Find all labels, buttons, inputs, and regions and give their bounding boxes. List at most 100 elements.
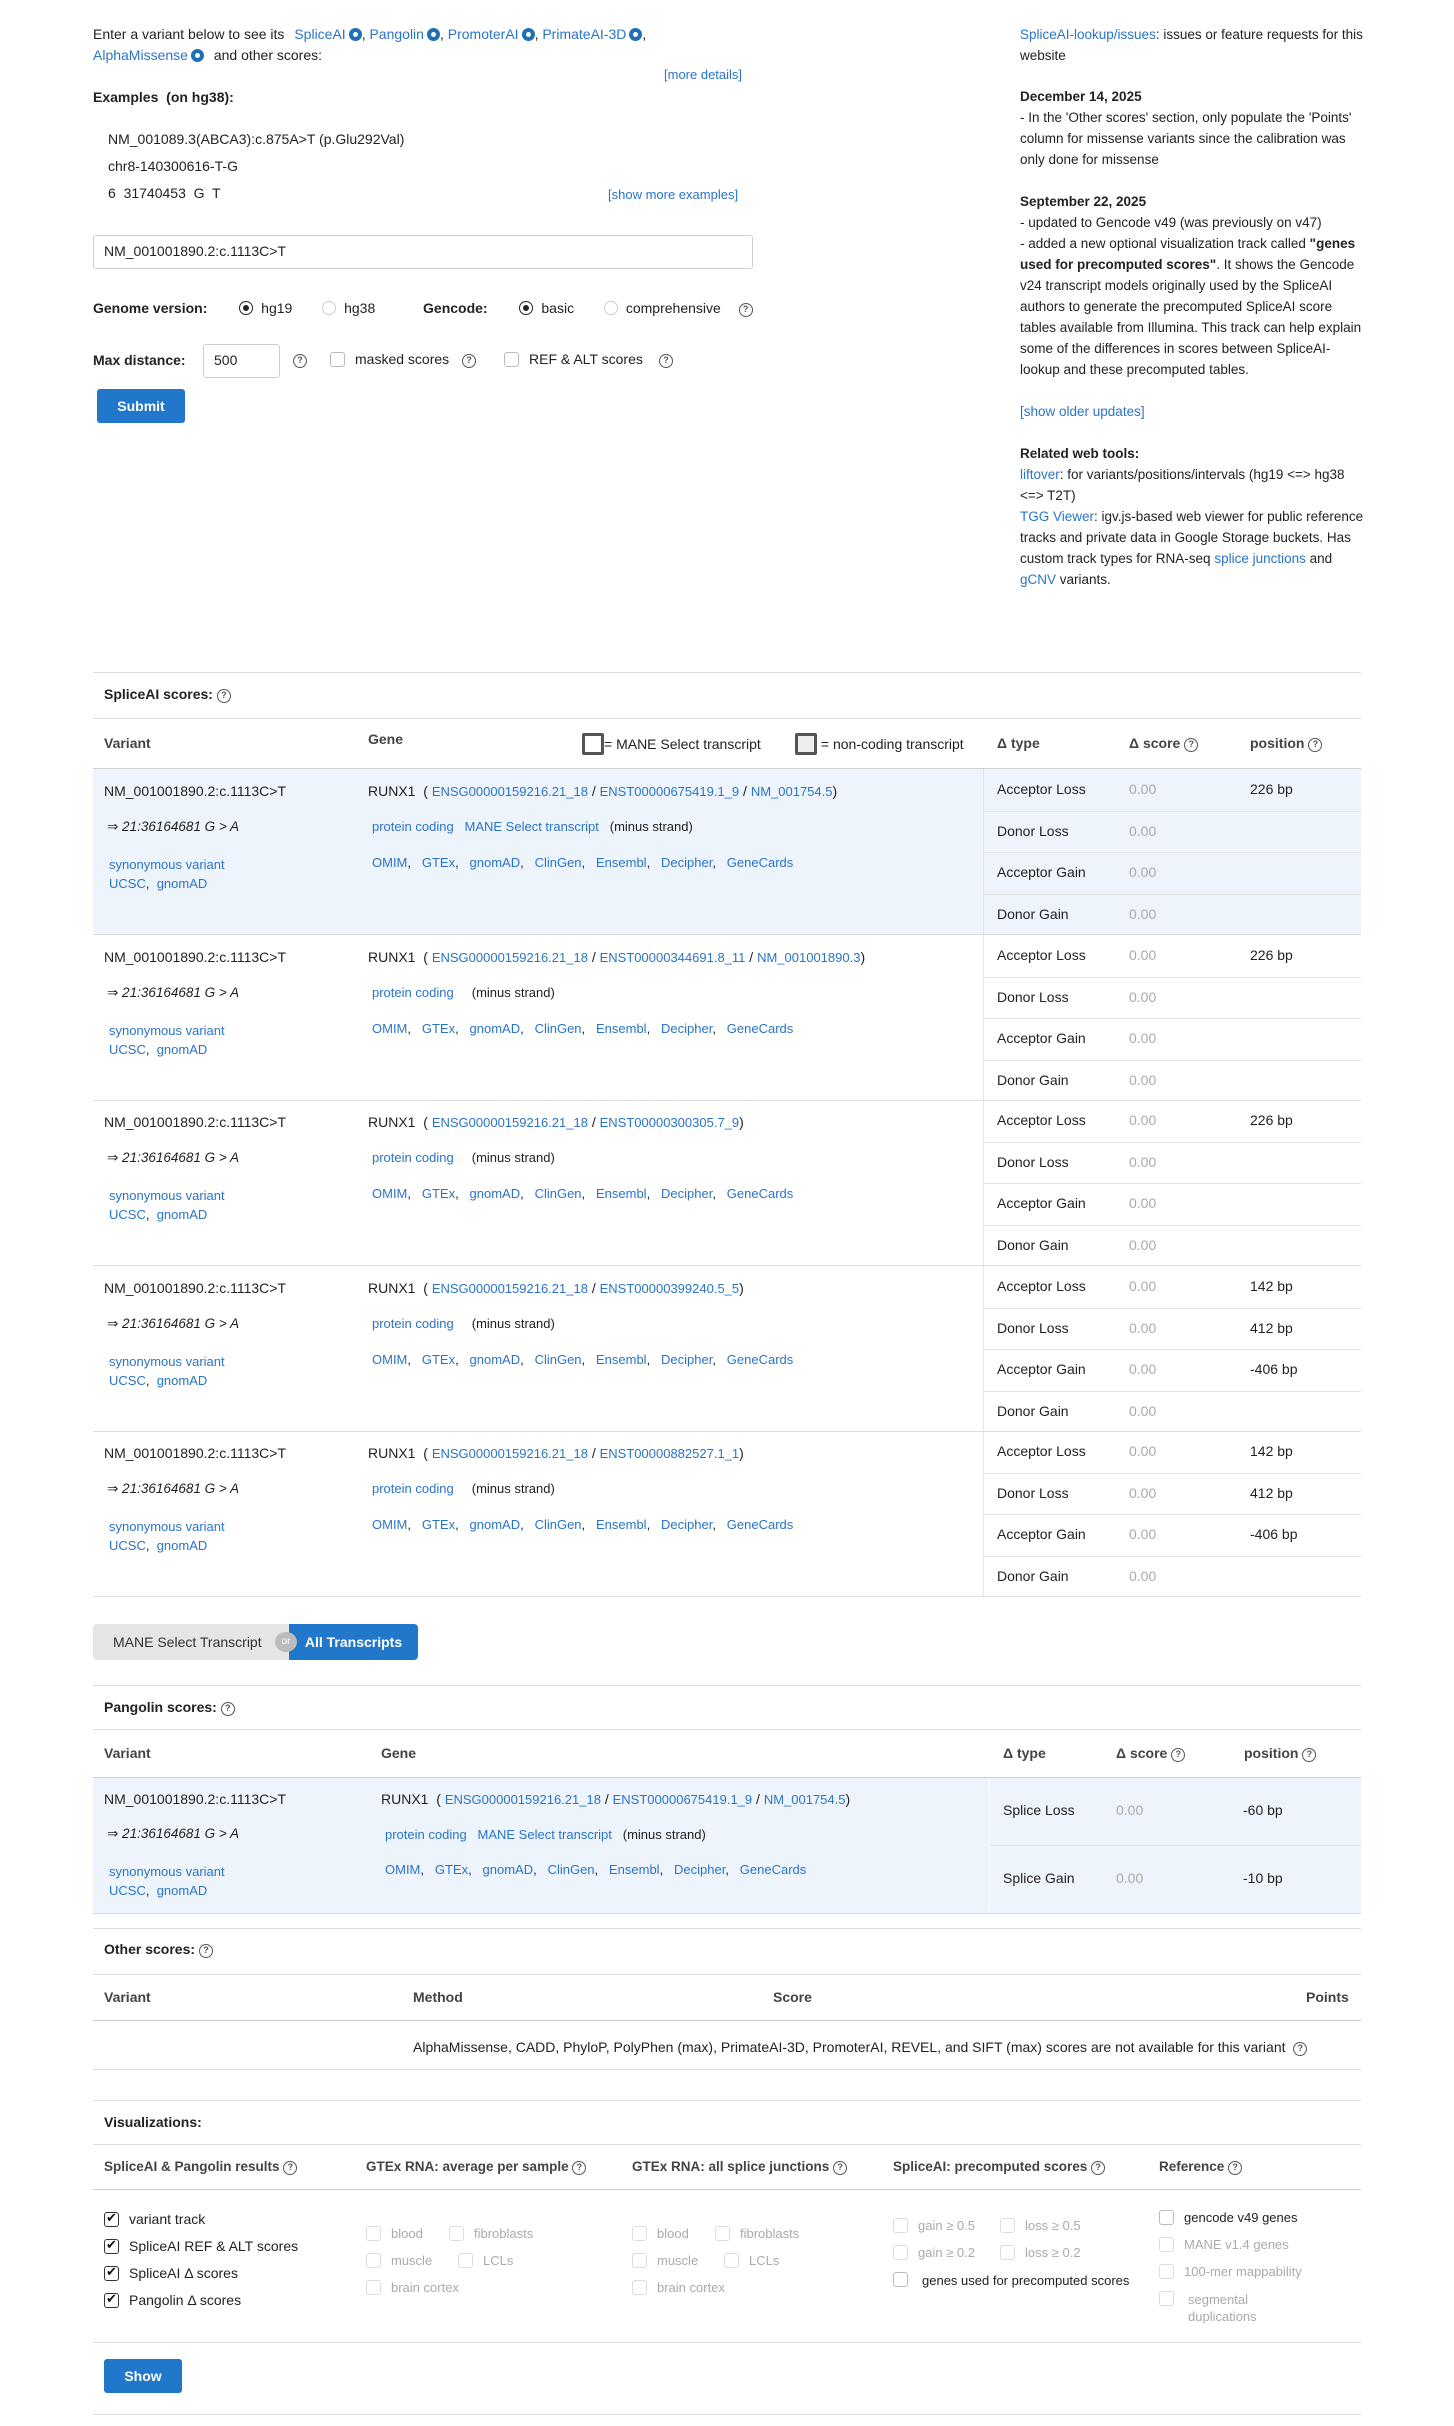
primateai-link[interactable]: PrimateAI-3D (542, 26, 643, 42)
refseq-link[interactable]: NM_001754.5 (751, 784, 833, 799)
help-icon[interactable]: ? (1308, 738, 1323, 752)
help-icon[interactable]: ? (833, 2161, 848, 2175)
mappability-checkbox[interactable]: 100-mer mappability (1159, 2264, 1302, 2279)
mane-select-tag[interactable]: MANE Select transcript (478, 1827, 612, 1842)
gnomad-gene-link[interactable]: gnomAD (470, 1352, 521, 1367)
help-icon[interactable]: ? (1171, 1748, 1186, 1762)
gtex-avg-muscle-checkbox[interactable]: muscle (366, 2253, 432, 2268)
gtex-junctions-blood-checkbox[interactable]: blood (632, 2226, 689, 2241)
ucsc-link[interactable]: UCSC (109, 1042, 146, 1057)
gtex-junctions-brain-cortex-checkbox[interactable]: brain cortex (632, 2280, 725, 2295)
ucsc-link[interactable]: UCSC (109, 876, 146, 891)
spliceai-link[interactable]: SpliceAI (294, 26, 362, 42)
help-icon[interactable]: ? (293, 354, 307, 368)
protein-coding-tag[interactable]: protein coding (372, 985, 454, 1000)
gtex-link[interactable]: GTEx (422, 1517, 455, 1532)
consequence-link[interactable]: synonymous variant (109, 1023, 225, 1038)
more-details-link[interactable]: [more details] (664, 67, 742, 82)
precomputed-loss-02-checkbox[interactable]: loss ≥ 0.2 (1000, 2245, 1081, 2260)
mane-select-tag[interactable]: MANE Select transcript (465, 819, 599, 834)
help-icon[interactable]: ? (220, 1702, 235, 1716)
omim-link[interactable]: OMIM (372, 1021, 407, 1036)
gtex-junctions-muscle-checkbox[interactable]: muscle (632, 2253, 698, 2268)
help-icon[interactable]: ? (1091, 2161, 1106, 2175)
transcript-link[interactable]: ENST00000882527.1_1 (600, 1446, 740, 1461)
help-icon[interactable]: ? (462, 354, 476, 368)
issues-link[interactable]: SpliceAI-lookup/issues (1020, 27, 1156, 42)
ucsc-link[interactable]: UCSC (109, 1207, 146, 1222)
help-icon[interactable]: ? (1302, 1748, 1317, 1762)
protein-coding-tag[interactable]: protein coding (372, 1150, 454, 1165)
refseq-link[interactable]: NM_001754.5 (764, 1792, 846, 1807)
pangolin-link[interactable]: Pangolin (369, 26, 440, 42)
help-icon[interactable]: ? (572, 2161, 587, 2175)
help-icon[interactable]: ? (198, 1944, 213, 1958)
show-more-examples-link[interactable]: [show more examples] (608, 187, 738, 202)
clingen-link[interactable]: ClinGen (548, 1862, 595, 1877)
genecards-link[interactable]: GeneCards (740, 1862, 806, 1877)
omim-link[interactable]: OMIM (372, 1352, 407, 1367)
variant-input[interactable]: NM_001001890.2:c.1113C>T (93, 235, 753, 269)
consequence-link[interactable]: synonymous variant (109, 1864, 225, 1879)
refseq-link[interactable]: NM_001001890.3 (757, 950, 860, 965)
gene-id-link[interactable]: ENSG00000159216.21_18 (432, 1281, 588, 1296)
help-icon[interactable]: ? (1293, 2042, 1308, 2056)
gnomad-gene-link[interactable]: gnomAD (470, 1186, 521, 1201)
gnomad-link[interactable]: gnomAD (157, 1538, 208, 1553)
gene-id-link[interactable]: ENSG00000159216.21_18 (432, 950, 588, 965)
gnomad-link[interactable]: gnomAD (157, 1042, 208, 1057)
gtex-link[interactable]: GTEx (422, 855, 455, 870)
help-icon[interactable]: ? (283, 2161, 298, 2175)
consequence-link[interactable]: synonymous variant (109, 1519, 225, 1534)
max-distance-input[interactable]: 500 (203, 344, 280, 378)
ucsc-link[interactable]: UCSC (109, 1883, 146, 1898)
ensembl-link[interactable]: Ensembl (596, 1352, 647, 1367)
ref-alt-scores-checkbox[interactable]: REF & ALT scores (504, 351, 643, 367)
gtex-link[interactable]: GTEx (422, 1186, 455, 1201)
ucsc-link[interactable]: UCSC (109, 1373, 146, 1388)
gtex-link[interactable]: GTEx (435, 1862, 468, 1877)
ensembl-link[interactable]: Ensembl (596, 855, 647, 870)
help-icon[interactable]: ? (1184, 738, 1199, 752)
gtex-avg-fibroblasts-checkbox[interactable]: fibroblasts (449, 2226, 533, 2241)
genecards-link[interactable]: GeneCards (727, 1517, 793, 1532)
help-icon[interactable]: ? (738, 303, 753, 317)
decipher-link[interactable]: Decipher (661, 1186, 712, 1201)
omim-link[interactable]: OMIM (385, 1862, 420, 1877)
show-button[interactable]: Show (104, 2359, 182, 2393)
gcnv-link[interactable]: gCNV (1020, 572, 1056, 587)
decipher-link[interactable]: Decipher (674, 1862, 725, 1877)
gnomad-link[interactable]: gnomAD (157, 1207, 208, 1222)
gencode-comprehensive-radio[interactable]: comprehensive (603, 300, 721, 316)
segmental-duplications-checkbox[interactable]: segmental duplications (1159, 2291, 1279, 2325)
decipher-link[interactable]: Decipher (661, 1517, 712, 1532)
decipher-link[interactable]: Decipher (661, 1352, 712, 1367)
help-icon[interactable]: ? (659, 354, 673, 368)
genecards-link[interactable]: GeneCards (727, 1352, 793, 1367)
decipher-link[interactable]: Decipher (661, 855, 712, 870)
example-1[interactable]: NM_001089.3(ABCA3):c.875A>T (p.Glu292Val… (108, 131, 404, 147)
help-icon[interactable]: ? (1228, 2161, 1243, 2175)
genecards-link[interactable]: GeneCards (727, 1021, 793, 1036)
gnomad-link[interactable]: gnomAD (157, 1883, 208, 1898)
genecards-link[interactable]: GeneCards (727, 1186, 793, 1201)
variant-track-checkbox[interactable]: variant track (104, 2210, 205, 2227)
precomputed-loss-05-checkbox[interactable]: loss ≥ 0.5 (1000, 2218, 1081, 2233)
masked-scores-checkbox[interactable]: masked scores (330, 351, 449, 367)
gene-id-link[interactable]: ENSG00000159216.21_18 (445, 1792, 601, 1807)
help-icon[interactable]: ? (216, 689, 231, 703)
omim-link[interactable]: OMIM (372, 1517, 407, 1532)
gencode-basic-radio[interactable]: basic (519, 300, 574, 316)
gtex-avg-blood-checkbox[interactable]: blood (366, 2226, 423, 2241)
transcript-link[interactable]: ENST00000344691.8_11 (600, 950, 746, 965)
gtex-link[interactable]: GTEx (422, 1352, 455, 1367)
omim-link[interactable]: OMIM (372, 1186, 407, 1201)
consequence-link[interactable]: synonymous variant (109, 1188, 225, 1203)
gnomad-gene-link[interactable]: gnomAD (470, 1517, 521, 1532)
ensembl-link[interactable]: Ensembl (596, 1517, 647, 1532)
gene-id-link[interactable]: ENSG00000159216.21_18 (432, 1446, 588, 1461)
gnomad-link[interactable]: gnomAD (157, 1373, 208, 1388)
show-older-updates-link[interactable]: [show older updates] (1020, 404, 1145, 419)
submit-button[interactable]: Submit (97, 389, 185, 423)
liftover-link[interactable]: liftover (1020, 467, 1060, 482)
